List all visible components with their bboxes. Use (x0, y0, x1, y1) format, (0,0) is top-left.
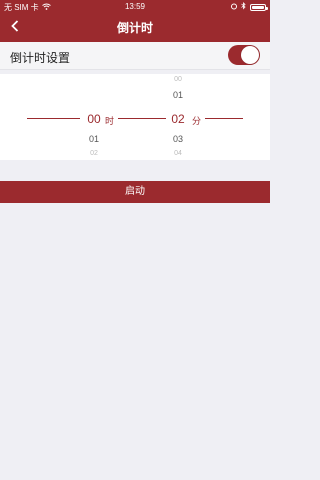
battery-icon (250, 3, 268, 11)
bluetooth-icon (241, 2, 246, 12)
picker-divider-right (205, 118, 243, 119)
nav-bar: 倒计时 (0, 14, 270, 42)
hour-unit-label: 时 (105, 116, 115, 126)
status-bar: 无 SIM 卡 13:59 (0, 0, 270, 14)
picker-divider-left (27, 118, 80, 119)
page-title: 倒计时 (116, 21, 153, 35)
minute-option: 03 (172, 134, 183, 144)
countdown-setting-label: 倒计时设置 (10, 51, 71, 65)
start-button[interactable]: 启动 (0, 181, 270, 203)
minute-unit-label: 分 (192, 116, 202, 126)
minute-option: 00 (174, 76, 182, 83)
hour-option: 01 (88, 134, 99, 144)
hour-option: 02 (90, 150, 98, 157)
minute-option: 04 (174, 150, 182, 157)
status-time: 13:59 (124, 2, 146, 11)
countdown-toggle[interactable] (228, 45, 260, 65)
countdown-setting-row: 倒计时设置 (0, 42, 270, 70)
minute-option: 01 (172, 90, 183, 100)
toggle-knob (241, 46, 259, 64)
time-picker: 00 01 02 时 00 01 02 03 04 分 (0, 74, 270, 160)
location-icon (231, 3, 237, 12)
